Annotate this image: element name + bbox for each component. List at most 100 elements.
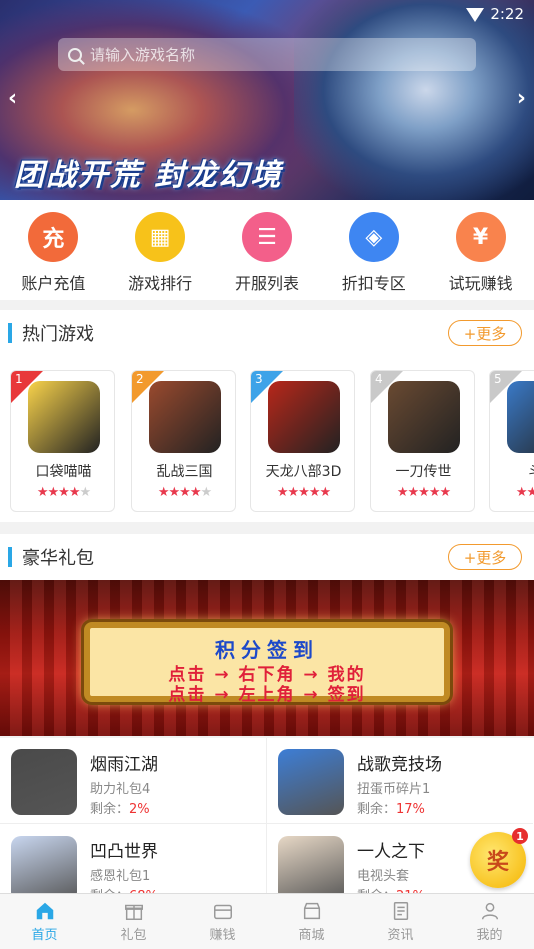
search-input[interactable]: 请输入游戏名称 — [58, 38, 476, 71]
gift-game-icon — [278, 749, 344, 815]
gift-header: 豪华礼包 +更多 — [0, 534, 534, 580]
checkin-title: 积分签到 — [215, 638, 319, 662]
bottom-tab-bar: 首页 礼包 赚钱 商城 资讯 我的 — [0, 893, 534, 949]
gift-game-name: 一人之下 — [357, 842, 425, 862]
rank-number: 4 — [375, 372, 383, 386]
banner-art-right — [294, 0, 534, 200]
quick-nav-item[interactable]: 充账户充值 — [3, 212, 103, 300]
hot-games-header: 热门游戏 +更多 — [0, 310, 534, 356]
reward-float-button[interactable]: 奖 1 — [470, 828, 528, 888]
quick-nav-item[interactable]: ◈ 折扣专区 — [324, 212, 424, 300]
rating-stars: ★★★★★ — [36, 485, 91, 500]
grid-icon: ▦ — [135, 212, 186, 262]
game-icon — [28, 381, 100, 453]
rank-number: 3 — [255, 372, 263, 386]
checkin-marquee: 积分签到 点击 → 右下角 → 我的 点击 → 左上角 → 签到 — [84, 622, 450, 705]
gift-more-button[interactable]: +更多 — [448, 544, 522, 570]
chevron-left-icon[interactable]: ‹ — [8, 86, 17, 111]
game-icon — [507, 381, 534, 453]
tab-label: 赚钱 — [209, 928, 236, 943]
quick-nav-label: 游戏排行 — [128, 274, 193, 293]
game-icon — [268, 381, 340, 453]
app-screen: 团战开荒 封龙幻境 2:22 请输入游戏名称 ‹ › 充账户充值 ▦ 游戏排行 ☰ 开服… — [0, 0, 534, 949]
quick-nav-label: 开服列表 — [234, 274, 299, 293]
hot-games-list: 1 口袋喵喵 ★★★★★ 2 乱战三国 ★★★★★ 3 天龙八部3D ★★★★★ 4 一刀传世 ★★★… — [0, 356, 534, 522]
chevron-right-icon[interactable]: › — [517, 86, 526, 111]
tab-label: 资讯 — [387, 928, 414, 943]
gift-game-name: 凹凸世界 — [90, 842, 158, 862]
store-icon — [303, 902, 320, 920]
gift-remaining: 剩余：2% — [90, 802, 150, 817]
tab-label: 礼包 — [120, 928, 147, 943]
gift-package-name: 助力礼包4 — [90, 782, 151, 797]
tab-label: 我的 — [476, 928, 503, 943]
rating-stars: ★★★★★ — [276, 485, 331, 500]
reward-glyph: 奖 — [486, 850, 509, 875]
rank-number: 1 — [15, 372, 23, 386]
game-name: 乱战三国 — [156, 464, 213, 480]
checkin-step-2: 点击 → 左上角 → 签到 — [168, 685, 366, 705]
rank-number: 2 — [136, 372, 144, 386]
tab-gift[interactable]: 礼包 — [89, 894, 178, 949]
status-bar: 2:22 — [0, 0, 534, 30]
tab-label: 商城 — [298, 928, 325, 943]
game-name: 天龙八部3D — [265, 464, 342, 480]
gift-item[interactable]: 战歌竞技场扭蛋币碎片1 剩余：17% — [267, 738, 533, 824]
gift-title: 豪华礼包 — [22, 548, 94, 569]
notification-badge: 1 — [512, 828, 528, 844]
hot-games-title: 热门游戏 — [22, 324, 94, 345]
gift-package-name: 扭蛋币碎片1 — [357, 782, 431, 797]
wallet-icon — [213, 904, 232, 920]
hot-games-more-button[interactable]: +更多 — [448, 320, 522, 346]
tag-icon: ◈ — [348, 212, 399, 262]
game-icon — [388, 381, 460, 453]
gift-game-name: 战歌竞技场 — [357, 755, 442, 775]
quick-nav-item[interactable]: ¥ 试玩赚钱 — [431, 212, 531, 300]
tab-label: 首页 — [31, 928, 58, 943]
tab-wallet[interactable]: 赚钱 — [178, 894, 267, 949]
quick-nav-label: 折扣专区 — [341, 274, 406, 293]
quick-nav-label: 账户充值 — [21, 274, 86, 293]
game-card[interactable]: 4 一刀传世 ★★★★★ — [370, 370, 475, 512]
game-name: 一刀传世 — [395, 464, 452, 480]
quick-nav-item[interactable]: ▦ 游戏排行 — [110, 212, 210, 300]
game-icon — [149, 381, 221, 453]
section-accent — [8, 323, 12, 343]
gift-game-name: 烟雨江湖 — [90, 755, 158, 775]
rating-stars: ★★★★★ — [157, 485, 212, 500]
quick-nav: 充账户充值 ▦ 游戏排行 ☰ 开服列表 ◈ 折扣专区 ¥ 试玩赚钱 — [0, 200, 534, 300]
quick-nav-item[interactable]: ☰ 开服列表 — [217, 212, 317, 300]
banner-slogan: 团战开荒 封龙幻境 — [14, 158, 283, 193]
tab-home[interactable]: 首页 — [0, 894, 89, 949]
game-name: 斗罗 — [490, 461, 534, 481]
charge-icon: 充 — [28, 212, 79, 262]
gift-game-icon — [11, 749, 77, 815]
game-card[interactable]: 2 乱战三国 ★★★★★ — [131, 370, 236, 512]
tab-news[interactable]: 资讯 — [356, 894, 445, 949]
gift-item[interactable]: 烟雨江湖助力礼包4 剩余：2% — [0, 738, 266, 824]
coin-icon: ¥ — [455, 212, 506, 262]
gift-list: 烟雨江湖助力礼包4 剩余：2% 战歌竞技场扭蛋币碎片1 剩余：17% 凹凸世界感恩礼包1… — [0, 738, 534, 911]
tab-store[interactable]: 商城 — [267, 894, 356, 949]
rating-stars: ★★★★★ — [396, 485, 451, 500]
gift-package-name: 电视头套 — [357, 869, 410, 884]
checkin-banner[interactable]: 积分签到 点击 → 右下角 → 我的 点击 → 左上角 → 签到 — [0, 580, 534, 736]
game-name: 口袋喵喵 — [35, 464, 92, 480]
game-card[interactable]: 1 口袋喵喵 ★★★★★ — [10, 370, 115, 512]
news-icon — [393, 902, 408, 920]
game-card[interactable]: 3 天龙八部3D ★★★★★ — [250, 370, 355, 512]
tab-user[interactable]: 我的 — [445, 894, 534, 949]
gift-icon — [124, 904, 143, 920]
search-placeholder: 请输入游戏名称 — [90, 46, 196, 64]
gift-package-name: 感恩礼包1 — [90, 869, 151, 884]
gift-remaining: 剩余：17% — [357, 802, 425, 817]
search-icon — [68, 47, 82, 62]
promo-banner[interactable]: 团战开荒 封龙幻境 2:22 请输入游戏名称 ‹ › — [0, 0, 534, 200]
wifi-icon — [466, 8, 484, 22]
rating-stars: ★★★★★ — [515, 485, 534, 500]
list-icon: ☰ — [241, 212, 292, 262]
game-card[interactable]: 5 斗罗 ★★★★★ — [489, 370, 534, 512]
section-accent — [8, 547, 12, 567]
quick-nav-label: 试玩赚钱 — [448, 274, 513, 293]
rank-number: 5 — [494, 372, 502, 386]
